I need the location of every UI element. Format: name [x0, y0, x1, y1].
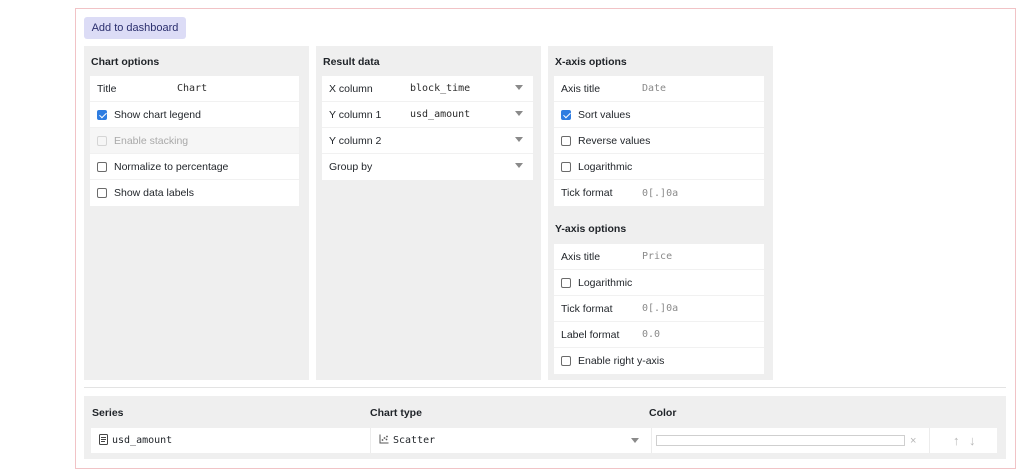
chart-options-heading: Chart options: [91, 56, 160, 68]
chevron-down-icon[interactable]: [515, 85, 523, 90]
chart-title-label: Title: [97, 82, 117, 95]
chart-title-row[interactable]: Title Chart: [90, 76, 299, 102]
x-tick-format-row[interactable]: Tick format 0[.]0a: [554, 180, 764, 206]
series-name-cell: usd_amount: [99, 428, 172, 453]
series-header: Series: [92, 407, 124, 419]
right-y-axis-row[interactable]: Enable right y-axis: [554, 348, 764, 374]
show-legend-label: Show chart legend: [114, 108, 201, 121]
color-input[interactable]: [656, 435, 905, 446]
label-format-row[interactable]: Label format 0.0: [554, 322, 764, 348]
chevron-down-icon[interactable]: [631, 438, 639, 443]
normalize-checkbox[interactable]: [97, 161, 107, 172]
y-column-2-label: Y column 2: [329, 134, 382, 147]
result-data-panel: Result data X column block_time Y column…: [316, 46, 541, 380]
series-table: Series Chart type Color usd_amount Scatt…: [84, 396, 1006, 459]
y-column-1-select[interactable]: Y column 1 usd_amount: [322, 102, 533, 128]
x-axis-options-heading: X-axis options: [555, 56, 627, 68]
chart-title-input[interactable]: Chart: [177, 83, 207, 94]
y-axis-title-label: Axis title: [561, 250, 601, 263]
y-tick-format-label: Tick format: [561, 302, 613, 315]
add-to-dashboard-button[interactable]: Add to dashboard: [84, 17, 186, 39]
y-logarithmic-checkbox[interactable]: [561, 277, 571, 288]
show-labels-checkbox[interactable]: [97, 188, 107, 198]
y-column-1-value: usd_amount: [410, 109, 471, 120]
y-column-2-select[interactable]: Y column 2: [322, 128, 533, 154]
show-legend-row[interactable]: Show chart legend: [90, 102, 299, 128]
x-axis-title-label: Axis title: [561, 82, 601, 95]
chart-type-header: Chart type: [370, 407, 422, 419]
series-name: usd_amount: [112, 435, 173, 446]
move-down-icon[interactable]: ↓: [969, 428, 976, 453]
column-divider: [651, 428, 652, 453]
x-tick-format-label: Tick format: [561, 187, 613, 199]
x-logarithmic-checkbox[interactable]: [561, 161, 571, 172]
enable-stacking-row: Enable stacking: [90, 128, 299, 154]
enable-stacking-checkbox: [97, 135, 107, 146]
move-up-icon[interactable]: ↑: [953, 428, 960, 453]
result-data-rows: X column block_time Y column 1 usd_amoun…: [322, 76, 533, 180]
chart-options-panel: Chart options Title Chart Show chart leg…: [84, 46, 309, 380]
column-divider: [929, 428, 930, 453]
column-divider: [370, 428, 371, 453]
label-format-label: Label format: [561, 328, 620, 341]
sort-values-row[interactable]: Sort values: [554, 102, 764, 128]
show-legend-checkbox[interactable]: [97, 109, 107, 120]
group-by-select[interactable]: Group by: [322, 154, 533, 180]
section-divider: [84, 387, 1006, 388]
chart-options-rows: Title Chart Show chart legend Enable sta…: [90, 76, 299, 206]
show-labels-row[interactable]: Show data labels: [90, 180, 299, 206]
y-logarithmic-row[interactable]: Logarithmic: [554, 270, 764, 296]
sort-values-label: Sort values: [578, 108, 631, 121]
chart-type-select[interactable]: Scatter: [379, 428, 649, 453]
sort-values-checkbox[interactable]: [561, 109, 571, 120]
chart-type-value: Scatter: [393, 435, 436, 446]
x-tick-format-input[interactable]: 0[.]0a: [642, 188, 678, 199]
y-axis-options-heading: Y-axis options: [555, 223, 627, 235]
label-format-input[interactable]: 0.0: [642, 329, 660, 340]
x-column-select[interactable]: X column block_time: [322, 76, 533, 102]
x-column-value: block_time: [410, 83, 471, 94]
chevron-down-icon[interactable]: [515, 137, 523, 142]
y-column-1-label: Y column 1: [329, 108, 382, 121]
x-axis-title-input[interactable]: Date: [642, 83, 666, 94]
y-axis-options-rows: Axis title Price Logarithmic Tick format…: [554, 244, 764, 374]
right-y-axis-label: Enable right y-axis: [578, 355, 665, 367]
normalize-label: Normalize to percentage: [114, 160, 229, 173]
x-axis-title-row[interactable]: Axis title Date: [554, 76, 764, 102]
x-logarithmic-label: Logarithmic: [578, 160, 633, 173]
x-column-label: X column: [329, 82, 373, 95]
x-axis-options-rows: Axis title Date Sort values Reverse valu…: [554, 76, 764, 206]
x-logarithmic-row[interactable]: Logarithmic: [554, 154, 764, 180]
enable-stacking-label: Enable stacking: [114, 134, 189, 147]
normalize-row[interactable]: Normalize to percentage: [90, 154, 299, 180]
result-data-heading: Result data: [323, 56, 380, 68]
y-axis-title-row[interactable]: Axis title Price: [554, 244, 764, 270]
color-header: Color: [649, 407, 677, 419]
y-axis-title-input[interactable]: Price: [642, 251, 672, 262]
table-row: usd_amount Scatter × ↑ ↓: [91, 428, 997, 453]
axis-options-panel: X-axis options Axis title Date Sort valu…: [548, 46, 773, 380]
scatter-chart-icon: [379, 434, 389, 447]
reverse-values-row[interactable]: Reverse values: [554, 128, 764, 154]
clear-color-icon[interactable]: ×: [910, 428, 916, 453]
chevron-down-icon[interactable]: [515, 163, 523, 168]
reverse-values-checkbox[interactable]: [561, 135, 571, 146]
show-labels-label: Show data labels: [114, 187, 194, 199]
y-logarithmic-label: Logarithmic: [578, 276, 633, 289]
y-tick-format-row[interactable]: Tick format 0[.]0a: [554, 296, 764, 322]
reverse-values-label: Reverse values: [578, 134, 651, 147]
chevron-down-icon[interactable]: [515, 111, 523, 116]
document-icon: [99, 433, 108, 448]
group-by-label: Group by: [329, 161, 373, 173]
y-tick-format-input[interactable]: 0[.]0a: [642, 303, 678, 314]
right-y-axis-checkbox[interactable]: [561, 356, 571, 366]
